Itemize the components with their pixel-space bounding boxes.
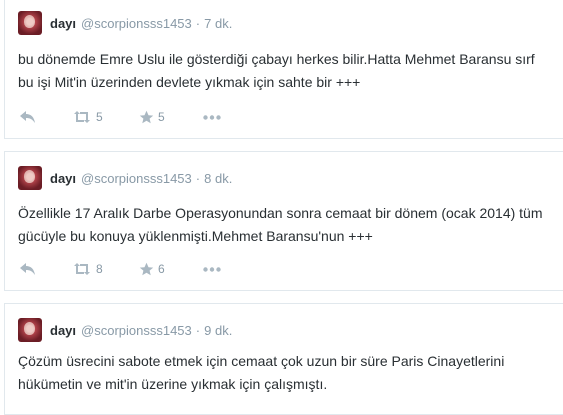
retweet-count: 8 <box>96 262 103 276</box>
reply-icon <box>20 263 35 275</box>
tweet-text: bu dönemde Emre Uslu ile gösterdiği çaba… <box>18 51 535 90</box>
separator-dot: · <box>195 15 201 31</box>
avatar[interactable] <box>18 166 42 190</box>
favorite-button[interactable]: 5 <box>139 110 203 124</box>
more-icon <box>203 266 221 272</box>
tweet-header: dayı @scorpionsss1453 · 9 dk. <box>18 318 232 342</box>
separator-dot: · <box>195 170 201 186</box>
favorite-count: 5 <box>158 110 165 124</box>
user-handle[interactable]: @scorpionsss1453 <box>81 16 192 31</box>
timestamp-link[interactable]: 9 dk. <box>204 323 232 338</box>
avatar[interactable] <box>18 318 42 342</box>
separator-dot: · <box>195 322 201 338</box>
star-icon <box>139 262 154 276</box>
retweet-button[interactable]: 5 <box>72 110 139 124</box>
retweet-count: 5 <box>96 110 103 124</box>
user-name[interactable]: dayı <box>50 171 76 186</box>
user-name[interactable]: dayı <box>50 323 76 338</box>
retweet-button[interactable]: 8 <box>72 262 139 276</box>
tweet-card[interactable]: dayı @scorpionsss1453 · 7 dk. bu dönemde… <box>4 0 563 139</box>
tweet-actions: 8 6 <box>19 259 221 279</box>
reply-button[interactable] <box>19 262 72 276</box>
tweet-text: Çözüm üsrecini sabote etmek için cemaat … <box>18 353 505 392</box>
tweet-timeline: dayı @scorpionsss1453 · 7 dk. bu dönemde… <box>0 0 563 415</box>
favorite-button[interactable]: 6 <box>139 262 203 276</box>
reply-icon <box>20 111 35 123</box>
tweet-text: Özellikle 17 Aralık Darbe Operasyonundan… <box>18 205 543 244</box>
star-icon <box>139 110 154 124</box>
tweet-header: dayı @scorpionsss1453 · 7 dk. <box>18 11 232 35</box>
more-button[interactable] <box>203 114 221 120</box>
retweet-icon <box>74 111 90 123</box>
favorite-count: 6 <box>158 262 165 276</box>
tweet-header: dayı @scorpionsss1453 · 8 dk. <box>18 166 232 190</box>
timestamp-link[interactable]: 8 dk. <box>204 171 232 186</box>
reply-button[interactable] <box>19 110 72 124</box>
more-button[interactable] <box>203 266 221 272</box>
user-handle[interactable]: @scorpionsss1453 <box>81 171 192 186</box>
user-name[interactable]: dayı <box>50 16 76 31</box>
timestamp-link[interactable]: 7 dk. <box>204 16 232 31</box>
user-handle[interactable]: @scorpionsss1453 <box>81 323 192 338</box>
avatar[interactable] <box>18 11 42 35</box>
tweet-card[interactable]: dayı @scorpionsss1453 · 8 dk. Özellikle … <box>4 151 563 291</box>
tweet-card[interactable]: dayı @scorpionsss1453 · 9 dk. Çözüm üsre… <box>4 303 563 415</box>
retweet-icon <box>74 263 90 275</box>
tweet-actions: 5 5 <box>19 107 221 127</box>
more-icon <box>203 114 221 120</box>
